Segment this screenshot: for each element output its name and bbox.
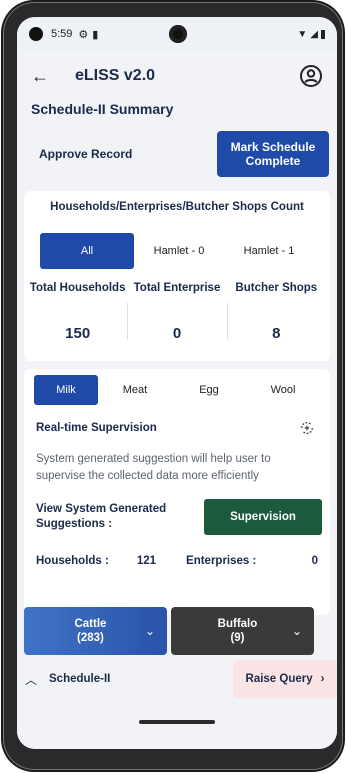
product-tabs: Milk Meat Egg Wool bbox=[24, 375, 330, 405]
animal-name: Cattle bbox=[74, 618, 107, 630]
status-time: 5:59 bbox=[51, 28, 73, 40]
mark-schedule-complete-button[interactable]: Mark Schedule Complete bbox=[217, 131, 329, 177]
enterprises-value: 0 bbox=[311, 555, 318, 567]
app-bar: ← eLISS v2.0 bbox=[17, 51, 337, 101]
chevron-right-icon: › bbox=[320, 673, 325, 685]
bottom-bar: ︿ Schedule-II Raise Query › bbox=[17, 659, 337, 699]
signal-icon: ◢ bbox=[310, 28, 318, 40]
view-suggestions-label: View System Generated Suggestions : bbox=[36, 503, 167, 530]
front-camera-icon bbox=[169, 25, 187, 43]
tab-meat[interactable]: Meat bbox=[98, 375, 172, 405]
realtime-header: Real-time Supervision bbox=[24, 419, 330, 437]
tab-milk[interactable]: Milk bbox=[34, 375, 98, 405]
animal-count: (9) bbox=[230, 632, 245, 644]
app-title: eLISS v2.0 bbox=[75, 67, 156, 84]
account-circle-icon[interactable] bbox=[299, 64, 323, 88]
screen: 5:59 ⚙ ▮ ▼ ◢ ← eLISS v2.0 Schedule-II Su… bbox=[17, 17, 337, 749]
gesture-nav-area bbox=[17, 703, 337, 749]
phone-frame: 5:59 ⚙ ▮ ▼ ◢ ← eLISS v2.0 Schedule-II Su… bbox=[4, 3, 342, 769]
chevron-down-icon: ⌄ bbox=[291, 624, 302, 638]
suggestion-text: System generated suggestion will help us… bbox=[36, 453, 271, 482]
households-label: Households : bbox=[36, 555, 109, 567]
tab-all[interactable]: All bbox=[40, 233, 134, 269]
stat-label: Total Households bbox=[29, 282, 126, 294]
stat-enterprise: Total Enterprise 0 bbox=[127, 281, 226, 342]
home-indicator[interactable] bbox=[139, 720, 215, 724]
chevron-down-icon: ⌄ bbox=[144, 624, 155, 638]
supervision-card: Milk Meat Egg Wool Real-time Supervision… bbox=[24, 369, 330, 615]
page-title: Schedule-II Summary bbox=[31, 101, 174, 117]
status-icons: ▼ ◢ bbox=[297, 29, 325, 40]
animal-count: (283) bbox=[77, 632, 104, 644]
stat-households: Total Households 150 bbox=[28, 281, 127, 342]
buffalo-label: Buffalo (9) bbox=[183, 617, 292, 645]
wifi-icon: ▼ bbox=[297, 28, 308, 40]
counts-card: Households/Enterprises/Butcher Shops Cou… bbox=[24, 191, 330, 361]
supervision-button[interactable]: Supervision bbox=[204, 499, 322, 535]
back-arrow-icon[interactable]: ← bbox=[31, 66, 63, 87]
cattle-label: Cattle (283) bbox=[36, 617, 145, 645]
stat-value: 150 bbox=[65, 325, 91, 342]
tab-wool[interactable]: Wool bbox=[246, 375, 320, 405]
battery-icon bbox=[321, 29, 325, 39]
realtime-title: Real-time Supervision bbox=[36, 422, 157, 434]
tab-hamlet-0[interactable]: Hamlet - 0 bbox=[134, 233, 224, 269]
stat-label: Butcher Shops bbox=[235, 282, 318, 294]
cattle-dropdown[interactable]: Cattle (283) ⌄ bbox=[24, 607, 167, 655]
status-bar: 5:59 ⚙ ▮ ▼ ◢ bbox=[17, 17, 337, 51]
stat-label: Total Enterprise bbox=[133, 282, 221, 294]
schedule-toggle-label[interactable]: Schedule-II bbox=[49, 673, 110, 685]
enterprises-label: Enterprises : bbox=[186, 555, 257, 567]
camera-hole-icon bbox=[29, 27, 43, 41]
raise-query-button[interactable]: Raise Query › bbox=[233, 660, 337, 698]
counts-card-title: Households/Enterprises/Butcher Shops Cou… bbox=[50, 201, 304, 213]
supervision-counts: Households : 121 Enterprises : 0 bbox=[24, 555, 330, 567]
animal-selectors: Cattle (283) ⌄ Buffalo (9) ⌄ bbox=[17, 607, 337, 655]
action-row: Approve Record Mark Schedule Complete bbox=[17, 123, 337, 185]
animal-name: Buffalo bbox=[217, 618, 258, 630]
sd-card-icon: ▮ bbox=[92, 28, 99, 41]
buffalo-dropdown[interactable]: Buffalo (9) ⌄ bbox=[171, 607, 314, 655]
chevron-up-icon[interactable]: ︿ bbox=[25, 671, 37, 688]
sync-icon[interactable] bbox=[298, 419, 316, 437]
count-stats: Total Households 150 Total Enterprise 0 … bbox=[24, 281, 330, 342]
hamlet-tabs: All Hamlet - 0 Hamlet - 1 bbox=[24, 233, 330, 269]
tab-hamlet-1[interactable]: Hamlet - 1 bbox=[224, 233, 314, 269]
stat-value: 0 bbox=[172, 325, 182, 342]
households-value: 121 bbox=[136, 555, 157, 567]
approve-record-button[interactable]: Approve Record bbox=[39, 147, 132, 161]
settings-notification-icon: ⚙ bbox=[78, 28, 89, 41]
stat-value: 8 bbox=[272, 325, 281, 342]
tab-egg[interactable]: Egg bbox=[172, 375, 246, 405]
view-suggestions-row: View System Generated Suggestions : Supe… bbox=[24, 499, 330, 535]
raise-query-label: Raise Query bbox=[245, 673, 313, 685]
stat-butcher-shops: Butcher Shops 8 bbox=[226, 281, 326, 342]
